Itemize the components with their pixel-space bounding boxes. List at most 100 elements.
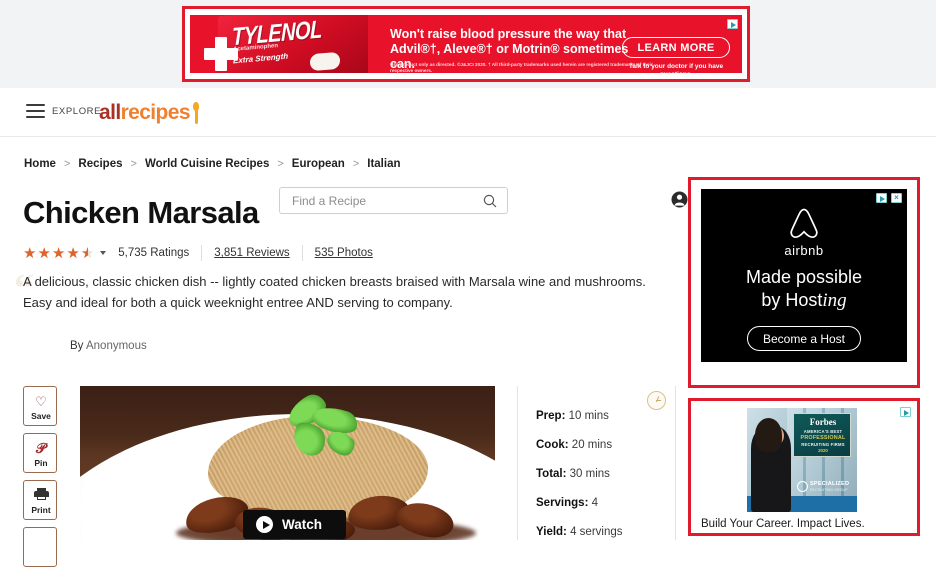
become-a-host-button[interactable]: Become a Host	[747, 326, 861, 351]
breadcrumb-item-italian[interactable]: Italian	[367, 158, 400, 170]
recipe-description: A delicious, classic chicken dish -- lig…	[23, 274, 646, 310]
spoon-icon	[192, 102, 200, 124]
forbes-ad[interactable]: Forbes AMERICA'S BEST PROFESSIONAL RECRU…	[691, 401, 917, 533]
print-button[interactable]: Print	[23, 480, 57, 520]
breadcrumb-item-world-cuisine-recipes[interactable]: World Cuisine Recipes	[145, 158, 269, 170]
top-ad-disclaimer: Talk to your doctor if you have question…	[628, 63, 724, 73]
meta-value-prep: 10 mins	[568, 410, 609, 422]
heart-icon: ♡	[35, 394, 47, 409]
recipe-meta-list: Prep: 10 mins Cook: 20 mins Total: 30 mi…	[536, 410, 623, 555]
specialized-logo: SPECIALIZED RECRUITING GROUP	[797, 480, 853, 494]
watch-button-label: Watch	[282, 517, 322, 532]
meta-value-yield: 4 servings	[570, 526, 623, 538]
pin-button[interactable]: 𝒫 Pin	[23, 433, 57, 473]
breadcrumb-item-home[interactable]: Home	[24, 158, 56, 170]
print-button-label: Print	[31, 505, 51, 515]
forbes-ad-highlight-frame: Forbes AMERICA'S BEST PROFESSIONAL RECRU…	[688, 398, 920, 536]
breadcrumb: Home > Recipes > World Cuisine Recipes >…	[24, 158, 401, 170]
recipe-hero-image[interactable]: Watch	[80, 386, 495, 540]
rating-divider	[201, 245, 203, 261]
airbnb-headline-line2-prefix: by Host	[761, 290, 823, 310]
meta-label-prep: Prep:	[536, 410, 566, 422]
pinterest-icon: 𝒫	[35, 442, 47, 457]
person-hair	[755, 418, 782, 452]
forbes-badge-line2: PROFESSIONAL	[800, 435, 846, 441]
save-button[interactable]: ♡ Save	[23, 386, 57, 426]
airbnb-headline-line2-script: ing	[822, 290, 847, 311]
breadcrumb-separator: >	[63, 158, 71, 170]
breadcrumb-separator: >	[130, 158, 137, 170]
learn-more-button[interactable]: LEARN MORE	[622, 37, 730, 58]
printer-icon	[24, 487, 58, 505]
rating-chevron-down-icon[interactable]	[100, 251, 107, 255]
forbes-badge-line3: RECRUITING FIRMS	[801, 442, 845, 447]
play-icon	[256, 516, 273, 533]
page-title: Chicken Marsala	[23, 195, 259, 230]
breadcrumb-separator: >	[277, 158, 284, 170]
meta-value-total: 30 mins	[569, 468, 610, 480]
meta-value-cook: 20 mins	[571, 439, 613, 451]
photos-link[interactable]: 535 Photos	[315, 247, 373, 259]
recipe-author[interactable]: Anonymous	[86, 340, 147, 352]
search-icon[interactable]	[483, 194, 497, 208]
reviews-link[interactable]: 3,851 Reviews	[214, 247, 289, 259]
watch-video-button[interactable]: Watch	[243, 510, 346, 539]
pin-button-label: Pin	[34, 458, 48, 468]
meta-value-servings: 4	[591, 497, 599, 509]
forbes-badge-line1: AMERICA'S BEST	[803, 429, 843, 434]
breadcrumb-item-european[interactable]: European	[292, 158, 345, 170]
airbnb-headline-line2: by Hosting	[701, 290, 907, 312]
meta-row-yield: Yield: 4 servings	[536, 526, 623, 538]
forbes-award-badge: Forbes AMERICA'S BEST PROFESSIONAL RECRU…	[793, 413, 851, 457]
tylenol-pill-graphic	[310, 51, 340, 72]
medical-cross-icon	[204, 37, 238, 71]
top-ad-highlight-frame: TYLENOL Acetaminophen Extra Strength Won…	[182, 6, 750, 82]
site-header: EXPLORE allrecipes Find a Recipe Join No…	[0, 88, 936, 218]
clock-icon	[647, 391, 666, 410]
allrecipes-logo[interactable]: allrecipes	[99, 101, 200, 125]
meta-label-yield: Yield:	[536, 526, 567, 538]
tylenol-ad[interactable]: TYLENOL Acetaminophen Extra Strength Won…	[190, 15, 742, 73]
recipe-meta-card: Prep: 10 mins Cook: 20 mins Total: 30 mi…	[517, 386, 676, 540]
meta-row-servings: Servings: 4	[536, 497, 623, 509]
meta-row-cook: Cook: 20 mins	[536, 439, 623, 451]
adchoices-icon[interactable]	[727, 19, 738, 29]
byline: By Anonymous	[70, 340, 147, 352]
share-button[interactable]	[23, 527, 57, 567]
star-icon-half: ★	[81, 244, 94, 262]
star-icon-full: ★	[23, 245, 37, 262]
breadcrumb-item-recipes[interactable]: Recipes	[78, 158, 122, 170]
star-rating[interactable]: ★ ★ ★ ★ ★	[23, 244, 94, 262]
adchoices-icon[interactable]	[900, 407, 911, 417]
ratings-count: 5,735 Ratings	[118, 247, 190, 259]
meta-label-cook: Cook:	[536, 439, 569, 451]
search-placeholder: Find a Recipe	[292, 194, 367, 208]
search-input[interactable]: Find a Recipe	[279, 187, 508, 214]
meta-label-total: Total:	[536, 468, 567, 480]
hamburger-icon[interactable]	[26, 104, 45, 119]
breadcrumb-separator: >	[352, 158, 360, 170]
rating-divider	[301, 245, 303, 261]
airbnb-headline-line1: Made possible	[745, 267, 863, 287]
forbes-badge-brand: Forbes	[809, 417, 837, 427]
airbnb-ad[interactable]: airbnb Made possible by Hosting Become a…	[701, 189, 907, 362]
explore-label[interactable]: EXPLORE	[52, 106, 101, 117]
save-button-label: Save	[31, 411, 51, 421]
account-avatar-icon[interactable]	[671, 191, 688, 208]
star-icon-full: ★	[66, 245, 80, 262]
action-rail: ♡ Save 𝒫 Pin Print	[23, 386, 57, 574]
logo-text-recipes: recipes	[120, 101, 191, 124]
adchoices-icon[interactable]	[876, 193, 887, 203]
forbes-ad-image: Forbes AMERICA'S BEST PROFESSIONAL RECRU…	[747, 408, 857, 512]
airbnb-belo-icon	[788, 207, 820, 241]
meta-label-servings: Servings:	[536, 497, 589, 509]
meta-row-total: Total: 30 mins	[536, 468, 623, 480]
airbnb-brand-name: airbnb	[784, 243, 824, 258]
forbes-ad-caption: Build Your Career. Impact Lives.	[701, 518, 865, 530]
airbnb-ad-highlight-frame: airbnb Made possible by Hosting Become a…	[688, 177, 920, 388]
byline-prefix: By	[70, 340, 84, 352]
close-icon[interactable]: ×	[891, 193, 902, 203]
logo-text-all: all	[99, 101, 121, 124]
star-icon-full: ★	[37, 245, 51, 262]
rating-row: ★ ★ ★ ★ ★ 5,735 Ratings 3,851 Reviews 53…	[23, 244, 373, 262]
